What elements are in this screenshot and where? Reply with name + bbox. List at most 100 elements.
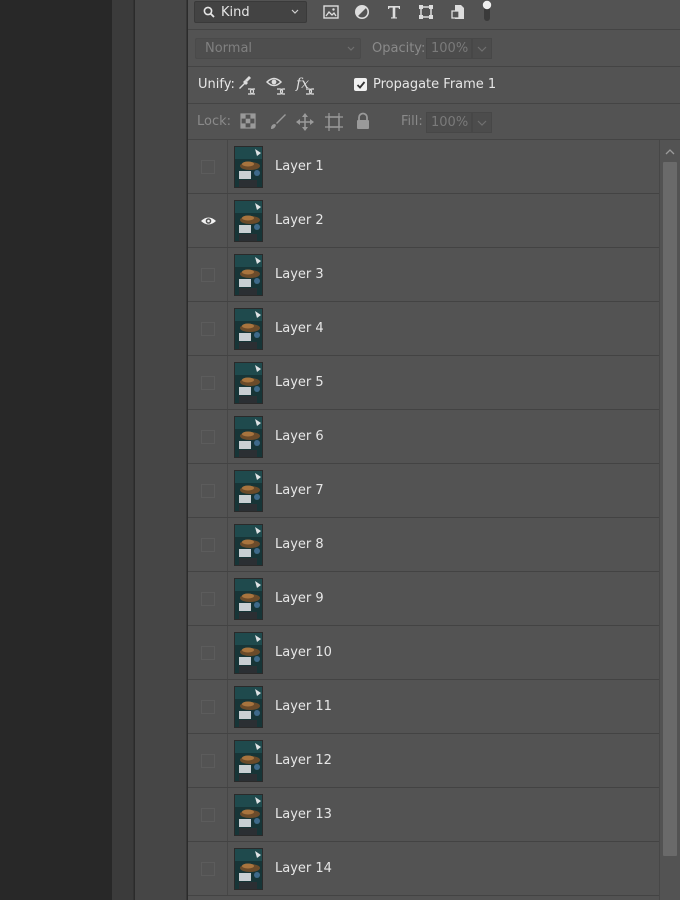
layer-thumbnail[interactable] xyxy=(234,416,263,458)
layer-visibility-toggle[interactable] xyxy=(188,194,228,247)
panel-dock-strip xyxy=(112,0,134,900)
scrollbar-thumb[interactable] xyxy=(663,162,677,856)
layer-row[interactable]: Layer 11 xyxy=(188,680,659,734)
layer-row[interactable]: Layer 7 xyxy=(188,464,659,518)
lock-artboard-icon[interactable] xyxy=(324,112,344,132)
search-icon xyxy=(203,6,215,18)
layer-thumbnail[interactable] xyxy=(234,848,263,890)
opacity-input[interactable]: 100% xyxy=(426,38,472,59)
layer-row[interactable]: Layer 9 xyxy=(188,572,659,626)
layers-scrollbar[interactable] xyxy=(659,140,680,900)
visibility-empty-box xyxy=(201,808,215,822)
eye-icon xyxy=(201,217,216,225)
layer-row[interactable]: Layer 2 xyxy=(188,194,659,248)
shape-filter-icon[interactable] xyxy=(417,3,435,21)
layer-row[interactable]: Layer 10 xyxy=(188,626,659,680)
layer-visibility-toggle[interactable] xyxy=(188,464,228,517)
layer-thumbnail[interactable] xyxy=(234,362,263,404)
layer-name[interactable]: Layer 10 xyxy=(275,645,332,660)
layer-thumbnail[interactable] xyxy=(234,470,263,512)
unify-visibility-icon[interactable] xyxy=(265,75,288,95)
visibility-empty-box xyxy=(201,700,215,714)
layer-visibility-toggle[interactable] xyxy=(188,410,228,463)
layer-visibility-toggle[interactable] xyxy=(188,626,228,679)
checkmark-icon xyxy=(356,80,365,89)
layer-thumbnail[interactable] xyxy=(234,794,263,836)
layer-visibility-toggle[interactable] xyxy=(188,680,228,733)
layer-row[interactable]: Layer 13 xyxy=(188,788,659,842)
layer-visibility-toggle[interactable] xyxy=(188,842,228,895)
layer-name[interactable]: Layer 6 xyxy=(275,429,324,444)
layer-visibility-toggle[interactable] xyxy=(188,788,228,841)
layer-thumbnail[interactable] xyxy=(234,146,263,188)
visibility-empty-box xyxy=(201,484,215,498)
layer-thumbnail[interactable] xyxy=(234,524,263,566)
layer-row[interactable]: Layer 12 xyxy=(188,734,659,788)
layer-name[interactable]: Layer 7 xyxy=(275,483,324,498)
layer-visibility-toggle[interactable] xyxy=(188,140,228,193)
layer-thumbnail[interactable] xyxy=(234,578,263,620)
smart-object-filter-icon[interactable] xyxy=(449,3,467,21)
layer-name[interactable]: Layer 9 xyxy=(275,591,324,606)
unify-style-icon[interactable]: fx xyxy=(295,75,317,95)
propagate-frame-checkbox[interactable] xyxy=(354,78,367,91)
layer-visibility-toggle[interactable] xyxy=(188,356,228,409)
layer-row[interactable]: Layer 1 xyxy=(188,140,659,194)
layer-name[interactable]: Layer 8 xyxy=(275,537,324,552)
layer-visibility-toggle[interactable] xyxy=(188,302,228,355)
lock-all-icon[interactable] xyxy=(354,112,374,132)
type-filter-icon[interactable] xyxy=(385,3,403,21)
fill-label: Fill: xyxy=(401,114,423,129)
layer-name[interactable]: Layer 12 xyxy=(275,753,332,768)
layer-visibility-toggle[interactable] xyxy=(188,572,228,625)
filter-toggle-icon[interactable] xyxy=(478,0,496,24)
lock-transparent-pixels-icon[interactable] xyxy=(239,112,259,132)
kind-filter-label: Kind xyxy=(221,4,250,20)
layer-thumbnail[interactable] xyxy=(234,254,263,296)
visibility-empty-box xyxy=(201,592,215,606)
layer-thumbnail[interactable] xyxy=(234,686,263,728)
layer-row[interactable]: Layer 6 xyxy=(188,410,659,464)
visibility-empty-box xyxy=(201,322,215,336)
opacity-dropdown-button[interactable] xyxy=(472,38,492,59)
layer-name[interactable]: Layer 13 xyxy=(275,807,332,822)
layer-name[interactable]: Layer 5 xyxy=(275,375,324,390)
kind-filter-select[interactable]: Kind xyxy=(194,1,307,23)
layer-row[interactable]: Layer 5 xyxy=(188,356,659,410)
layer-visibility-toggle[interactable] xyxy=(188,734,228,787)
visibility-empty-box xyxy=(201,862,215,876)
chevron-down-icon xyxy=(477,46,487,52)
fill-input[interactable]: 100% xyxy=(426,112,472,133)
blend-mode-select[interactable]: Normal xyxy=(195,38,361,59)
unify-position-icon[interactable] xyxy=(237,75,259,95)
layers-panel: Kind Normal Opacity: 100% Unify: fx Prop… xyxy=(188,0,680,900)
scroll-up-arrow-icon[interactable] xyxy=(665,149,675,155)
fill-dropdown-button[interactable] xyxy=(472,112,492,133)
lock-image-pixels-icon[interactable] xyxy=(268,112,288,132)
layer-row[interactable]: Layer 14 xyxy=(188,842,659,896)
layer-name[interactable]: Layer 1 xyxy=(275,159,324,174)
layer-name[interactable]: Layer 11 xyxy=(275,699,332,714)
image-filter-icon[interactable] xyxy=(322,3,340,21)
canvas-area xyxy=(0,0,112,900)
layer-row[interactable]: Layer 8 xyxy=(188,518,659,572)
layer-row[interactable]: Layer 4 xyxy=(188,302,659,356)
layer-name[interactable]: Layer 4 xyxy=(275,321,324,336)
panel-dock-gap xyxy=(135,0,187,900)
layer-visibility-toggle[interactable] xyxy=(188,518,228,571)
visibility-empty-box xyxy=(201,160,215,174)
layer-name[interactable]: Layer 14 xyxy=(275,861,332,876)
layer-thumbnail[interactable] xyxy=(234,200,263,242)
layer-name[interactable]: Layer 3 xyxy=(275,267,324,282)
visibility-empty-box xyxy=(201,646,215,660)
propagate-frame-label[interactable]: Propagate Frame 1 xyxy=(373,77,496,92)
lock-position-icon[interactable] xyxy=(295,112,315,132)
adjustment-filter-icon[interactable] xyxy=(353,3,371,21)
filter-row: Kind xyxy=(188,0,680,30)
layer-thumbnail[interactable] xyxy=(234,308,263,350)
layer-row[interactable]: Layer 3 xyxy=(188,248,659,302)
layer-thumbnail[interactable] xyxy=(234,740,263,782)
layer-name[interactable]: Layer 2 xyxy=(275,213,324,228)
layer-thumbnail[interactable] xyxy=(234,632,263,674)
layer-visibility-toggle[interactable] xyxy=(188,248,228,301)
